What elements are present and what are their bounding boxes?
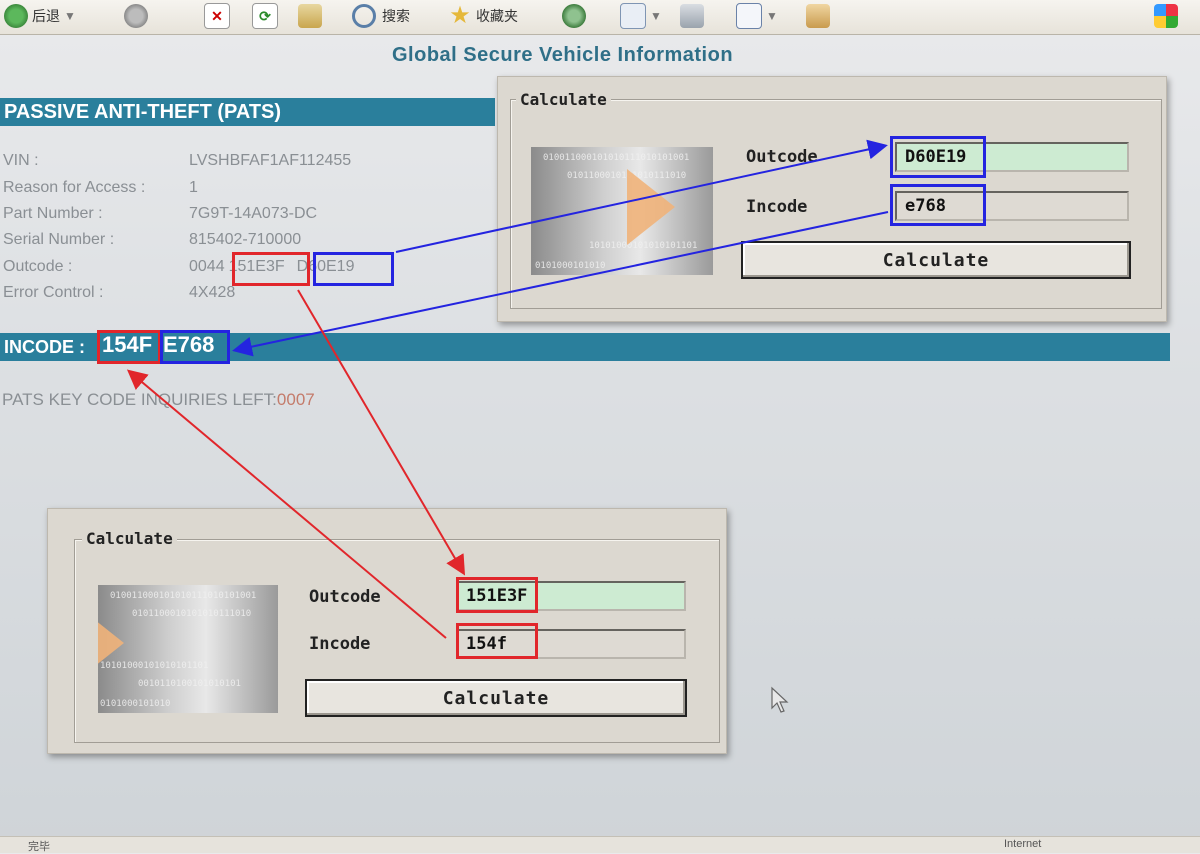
history-icon bbox=[562, 4, 586, 28]
back-label: 后退 bbox=[32, 8, 60, 24]
favorites-label: 收藏夹 bbox=[476, 8, 518, 24]
edit-button[interactable]: ▼ bbox=[736, 3, 778, 29]
group-title: Calculate bbox=[82, 529, 177, 548]
art-bits: 010011000101010111010101001 bbox=[110, 591, 257, 601]
reason-label: Reason for Access : bbox=[3, 179, 146, 196]
printer-icon bbox=[680, 4, 704, 28]
zone-text: Internet bbox=[1004, 838, 1042, 850]
status-bar: 完毕 Internet bbox=[0, 836, 1200, 853]
incode-label: Incode bbox=[309, 634, 371, 654]
edit-icon bbox=[736, 3, 762, 29]
mouse-cursor-icon bbox=[771, 686, 789, 713]
calculate-button[interactable]: Calculate bbox=[741, 241, 1131, 279]
dropdown-icon[interactable]: ▼ bbox=[64, 9, 76, 23]
forward-arrow-icon bbox=[124, 4, 148, 28]
outcode-label: Outcode bbox=[746, 147, 818, 167]
part-number-label: Part Number : bbox=[3, 205, 103, 222]
art-bits: 0101100010101010111010 bbox=[132, 609, 252, 619]
serial-number-value: 815402-710000 bbox=[189, 231, 302, 248]
refresh-button[interactable]: ⟳ bbox=[252, 3, 278, 29]
incode-input[interactable]: e768 bbox=[895, 191, 1129, 221]
outcode-label: Outcode : bbox=[3, 258, 73, 275]
research-icon bbox=[806, 4, 830, 28]
inquiries-left: PATS KEY CODE INQUIRIES LEFT:0007 bbox=[2, 390, 315, 410]
calculate-button[interactable]: Calculate bbox=[305, 679, 687, 717]
outcode-input[interactable]: D60E19 bbox=[895, 142, 1129, 172]
print-button[interactable] bbox=[680, 4, 704, 28]
dropdown-icon[interactable]: ▼ bbox=[650, 9, 662, 23]
vin-value: LVSHBFAF1AF112455 bbox=[189, 152, 352, 169]
outcode-prefix: 0044 bbox=[189, 258, 225, 275]
arrow-graphic-icon bbox=[627, 169, 675, 245]
part-number-value: 7G9T-14A073-DC bbox=[189, 205, 318, 222]
art-bits: 010011000101010111010101001 bbox=[543, 153, 690, 163]
calculator-art: 010011000101010111010101001 010110001010… bbox=[531, 147, 713, 275]
search-button[interactable]: 搜索 bbox=[352, 4, 410, 28]
calculator-art: 010011000101010111010101001 010110001010… bbox=[98, 585, 278, 713]
art-bits: 0010110100101010101 bbox=[138, 679, 241, 689]
browser-toolbar: 后退 ▼ ✕ ⟳ 搜索 ★ 收藏夹 ▼ ▼ bbox=[0, 0, 1200, 35]
stop-button[interactable]: ✕ bbox=[204, 3, 230, 29]
reason-value: 1 bbox=[189, 179, 198, 196]
vin-label: VIN : bbox=[3, 152, 39, 169]
arrow-graphic-icon bbox=[98, 605, 124, 681]
group-title: Calculate bbox=[516, 90, 611, 109]
research-button[interactable] bbox=[806, 4, 830, 28]
outcode-part1: 151E3F bbox=[228, 258, 285, 275]
back-button[interactable]: 后退 ▼ bbox=[4, 4, 76, 28]
home-button[interactable] bbox=[298, 4, 322, 28]
home-icon bbox=[298, 4, 322, 28]
history-button[interactable] bbox=[562, 4, 586, 28]
serial-number-label: Serial Number : bbox=[3, 231, 115, 248]
favorites-button[interactable]: ★ 收藏夹 bbox=[448, 4, 518, 28]
outcode-label: Outcode bbox=[309, 587, 381, 607]
art-bits: 0101000101010 bbox=[100, 699, 171, 709]
pats-header: PASSIVE ANTI-THEFT (PATS) bbox=[0, 98, 495, 126]
mail-button[interactable]: ▼ bbox=[620, 3, 662, 29]
calculate-dialog-top: Calculate 010011000101010111010101001 01… bbox=[497, 76, 1167, 322]
art-bits: 0101000101010 bbox=[535, 261, 606, 271]
incode-input[interactable]: 154f bbox=[456, 629, 686, 659]
search-label: 搜索 bbox=[382, 8, 410, 24]
incode-band: INCODE : 154F E768 bbox=[0, 332, 1170, 361]
calculate-dialog-bottom: Calculate 010011000101010111010101001 01… bbox=[47, 508, 727, 754]
refresh-icon: ⟳ bbox=[252, 3, 278, 29]
windows-logo-icon bbox=[1154, 4, 1178, 28]
back-arrow-icon bbox=[4, 4, 28, 28]
windows-logo bbox=[1154, 4, 1178, 28]
error-control-value: 4X428 bbox=[189, 284, 236, 301]
mail-icon bbox=[620, 3, 646, 29]
page-title: Global Secure Vehicle Information bbox=[392, 44, 734, 66]
dropdown-icon[interactable]: ▼ bbox=[766, 9, 778, 23]
forward-button[interactable] bbox=[124, 4, 148, 28]
incode-label: INCODE : bbox=[4, 337, 85, 357]
inquiries-label: PATS KEY CODE INQUIRIES LEFT: bbox=[2, 390, 277, 409]
inquiries-count: 0007 bbox=[276, 390, 315, 409]
star-icon: ★ bbox=[449, 2, 471, 29]
outcode-input[interactable]: 151E3F bbox=[456, 581, 686, 611]
stop-icon: ✕ bbox=[204, 3, 230, 29]
incode-label: Incode bbox=[746, 197, 808, 217]
outcode-part2: D60E19 bbox=[296, 258, 355, 275]
error-control-label: Error Control : bbox=[3, 284, 104, 301]
outcode-value: 0044 151E3F D60E19 bbox=[189, 258, 354, 276]
search-icon bbox=[352, 4, 376, 28]
incode-part1: 154F bbox=[102, 332, 153, 357]
incode-part2: E768 bbox=[163, 332, 215, 357]
